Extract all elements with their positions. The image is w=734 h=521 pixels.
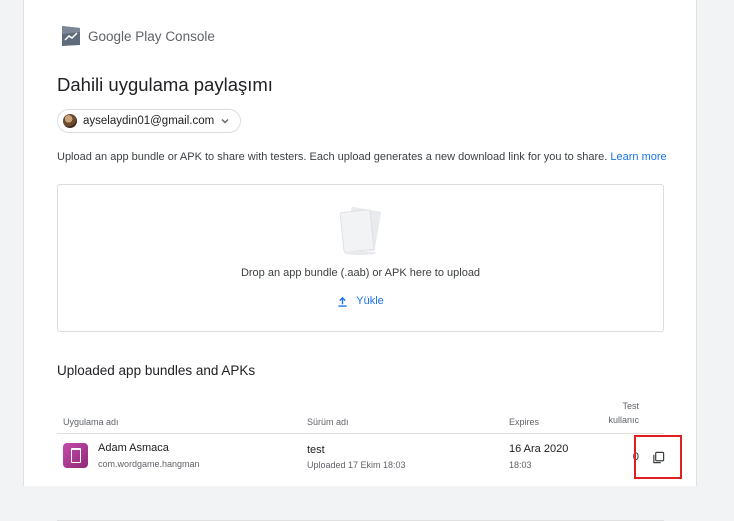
account-email: ayselaydin01@gmail.com <box>83 115 215 127</box>
logo-text: Google Play Console <box>88 29 215 44</box>
upload-dropzone[interactable]: Drop an app bundle (.aab) or APK here to… <box>57 184 664 332</box>
avatar <box>63 114 77 128</box>
documents-icon <box>339 207 381 255</box>
upload-label: Yükle <box>356 295 384 307</box>
uploaded-time: Uploaded 17 Ekim 18:03 <box>307 460 406 470</box>
header-app-name[interactable]: Uygulama adı <box>63 415 119 429</box>
learn-more-link[interactable]: Learn more <box>610 151 666 163</box>
logo-console: Console <box>165 28 215 44</box>
chevron-down-icon <box>221 119 229 124</box>
uploads-section-title: Uploaded app bundles and APKs <box>57 363 256 378</box>
play-console-icon <box>62 26 80 46</box>
app-package: com.wordgame.hangman <box>98 459 200 469</box>
test-users-count: 0 <box>632 451 639 463</box>
header-test-users-line2: kullanıc <box>608 415 639 425</box>
upload-icon <box>338 296 347 307</box>
description-text: Upload an app bundle or APK to share wit… <box>57 151 611 163</box>
upload-button[interactable]: Yükle <box>58 295 663 307</box>
header-expires[interactable]: Expires <box>509 415 539 429</box>
expires-date: 16 Ara 2020 <box>509 443 569 455</box>
copy-icon <box>652 451 664 463</box>
page-description: Upload an app bundle or APK to share wit… <box>57 151 667 163</box>
app-name: Adam Asmaca <box>98 442 169 454</box>
copy-link-button[interactable] <box>634 435 682 479</box>
console-page: Google Play Console Dahili uygulama payl… <box>23 0 697 521</box>
expires-time: 18:03 <box>509 460 532 470</box>
table-row[interactable]: Adam Asmaca com.wordgame.hangman test Up… <box>57 434 682 521</box>
version-name: test <box>307 444 325 456</box>
play-console-logo[interactable]: Google Play Console <box>60 24 215 48</box>
header-test-users[interactable]: Test kullanıc <box>587 399 639 427</box>
header-test-users-line1: Test <box>622 401 639 411</box>
page-title: Dahili uygulama paylaşımı <box>57 74 273 95</box>
header-version-name[interactable]: Sürüm adı <box>307 415 349 429</box>
account-selector[interactable]: ayselaydin01@gmail.com <box>57 109 242 133</box>
dropzone-text: Drop an app bundle (.aab) or APK here to… <box>240 267 481 279</box>
app-icon <box>63 443 88 468</box>
logo-google-play: Google Play <box>88 28 162 44</box>
